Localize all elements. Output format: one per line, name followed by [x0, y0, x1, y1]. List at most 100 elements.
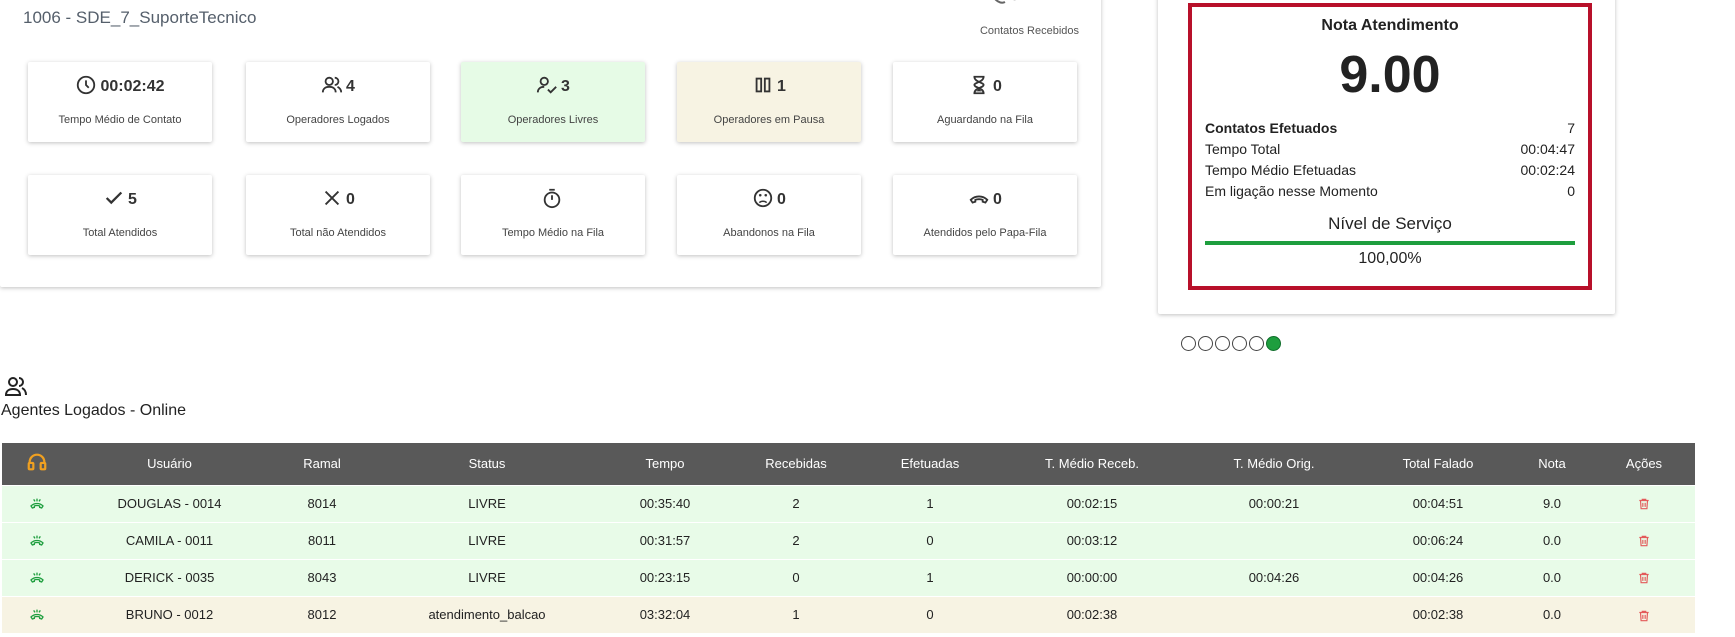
nivel-servico-title: Nível de Serviço: [1328, 214, 1452, 233]
check-icon: [103, 187, 125, 214]
agents-section-title: Agentes Logados - Online: [1, 402, 187, 419]
cell-tmr: 00:00:00: [1001, 558, 1183, 596]
carousel-dot[interactable]: [1266, 336, 1281, 351]
x-icon: [321, 187, 343, 214]
card-label: Atendidos pelo Papa-Fila: [923, 227, 1047, 239]
column-header[interactable]: Nota: [1511, 443, 1593, 485]
trash-icon[interactable]: [1593, 595, 1695, 633]
queue-panel: 1006 - SDE_7_SuporteTecnico Contatos Rec…: [0, 0, 1101, 287]
column-header[interactable]: Status: [377, 443, 597, 485]
cell-tmo: [1183, 595, 1365, 633]
trash-icon[interactable]: [1593, 521, 1695, 559]
cell-status: LIVRE: [377, 558, 597, 596]
cell-tmo: [1183, 521, 1365, 559]
cell-ramal: 8043: [267, 558, 377, 596]
nota-row-value: 00:04:47: [1520, 141, 1576, 157]
cell-tmr: 00:02:38: [1001, 595, 1183, 633]
sad-face-icon: [752, 187, 774, 214]
headset-icon: [2, 443, 72, 485]
phone-hangup-icon: [968, 187, 990, 214]
column-header[interactable]: Tempo: [597, 443, 733, 485]
cell-recebidas: 0: [733, 558, 859, 596]
card-value: 0: [346, 191, 355, 208]
cell-recebidas: 1: [733, 595, 859, 633]
carousel-indicators: [1181, 336, 1281, 351]
card-value: 0: [777, 191, 786, 208]
carousel-dot[interactable]: [1198, 336, 1213, 351]
carousel-dot[interactable]: [1215, 336, 1230, 351]
column-header[interactable]: T. Médio Receb.: [1001, 443, 1183, 485]
carousel-dot[interactable]: [1232, 336, 1247, 351]
trash-icon[interactable]: [1593, 558, 1695, 596]
nivel-servico-bar: [1205, 241, 1575, 245]
cell-usuario: BRUNO - 0012: [72, 595, 267, 633]
cell-tmr: 00:02:15: [1001, 484, 1183, 522]
cell-efetuadas: 1: [859, 558, 1001, 596]
card-label: Tempo Médio na Fila: [501, 227, 605, 239]
cell-nota: 0.0: [1511, 521, 1593, 559]
card-value: 5: [128, 191, 137, 208]
carousel-dot[interactable]: [1249, 336, 1264, 351]
agents-table: Usuário Ramal Status Tempo Recebidas Efe…: [2, 443, 1695, 633]
card-tempo-medio-fila: Tempo Médio na Fila: [461, 175, 645, 255]
card-label: Operadores Livres: [507, 114, 599, 126]
queue-title: 1006 - SDE_7_SuporteTecnico: [23, 8, 257, 27]
cell-usuario: CAMILA - 0011: [72, 521, 267, 559]
pause-icon: [752, 74, 774, 101]
card-tempo-medio-contato: 00:02:42 Tempo Médio de Contato: [28, 62, 212, 142]
cell-usuario: DOUGLAS - 0014: [72, 484, 267, 522]
cell-tempo: 00:35:40: [597, 484, 733, 522]
nivel-servico-value: 100,00%: [1358, 250, 1422, 267]
cell-nota: 0.0: [1511, 558, 1593, 596]
card-value: 0: [993, 78, 1002, 95]
nota-row-em-ligacao: Em ligação nesse Momento 0: [1205, 183, 1575, 199]
cell-recebidas: 2: [733, 521, 859, 559]
cell-efetuadas: 0: [859, 521, 1001, 559]
card-label: Abandonos na Fila: [723, 227, 815, 239]
user-check-icon: [536, 74, 558, 101]
trash-icon[interactable]: [1593, 484, 1695, 522]
phone-ringing-icon: [2, 595, 72, 633]
nota-row-contatos: Contatos Efetuados 7: [1205, 120, 1575, 136]
column-header[interactable]: Total Falado: [1365, 443, 1511, 485]
cell-ramal: 8012: [267, 595, 377, 633]
cell-total: 00:02:38: [1365, 595, 1511, 633]
cell-tmr: 00:03:12: [1001, 521, 1183, 559]
column-header[interactable]: Usuário: [72, 443, 267, 485]
column-header[interactable]: Ramal: [267, 443, 377, 485]
phone-ringing-icon: [2, 484, 72, 522]
table-header-row: Usuário Ramal Status Tempo Recebidas Efe…: [2, 443, 1695, 485]
card-label: Operadores Logados: [286, 114, 390, 126]
cell-nota: 9.0: [1511, 484, 1593, 522]
cell-total: 00:04:51: [1365, 484, 1511, 522]
cell-tempo: 00:31:57: [597, 521, 733, 559]
cell-tempo: 00:23:15: [597, 558, 733, 596]
phone-received-icon: [985, 0, 1025, 6]
cell-status: atendimento_balcao: [377, 595, 597, 633]
card-value: 00:02:42: [100, 78, 165, 95]
cell-efetuadas: 0: [859, 595, 1001, 633]
column-header[interactable]: Efetuadas: [859, 443, 1001, 485]
carousel-dot[interactable]: [1181, 336, 1196, 351]
cell-tempo: 03:32:04: [597, 595, 733, 633]
nota-row-key: Em ligação nesse Momento: [1205, 183, 1378, 199]
table-row: BRUNO - 0012 8012 atendimento_balcao 03:32:…: [2, 595, 1695, 633]
nota-atendimento-box: Nota Atendimento 9.00 Contatos Efetuados…: [1188, 3, 1592, 290]
column-header: Ações: [1593, 443, 1695, 485]
cell-ramal: 8014: [267, 484, 377, 522]
card-label: Operadores em Pausa: [713, 114, 825, 126]
column-header[interactable]: T. Médio Orig.: [1183, 443, 1365, 485]
nota-row-value: 0: [1567, 183, 1575, 199]
nota-row-value: 00:02:24: [1520, 162, 1576, 178]
nota-row-value: 7: [1567, 120, 1575, 136]
stopwatch-icon: [541, 187, 563, 214]
card-operadores-pausa: 1 Operadores em Pausa: [677, 62, 861, 142]
cell-usuario: DERICK - 0035: [72, 558, 267, 596]
column-header[interactable]: Recebidas: [733, 443, 859, 485]
cell-total: 00:04:26: [1365, 558, 1511, 596]
cell-recebidas: 2: [733, 484, 859, 522]
nota-row-tempo-total: Tempo Total 00:04:47: [1205, 141, 1575, 157]
phone-ringing-icon: [2, 558, 72, 596]
cell-status: LIVRE: [377, 521, 597, 559]
received-label: Contatos Recebidos: [979, 25, 1079, 37]
